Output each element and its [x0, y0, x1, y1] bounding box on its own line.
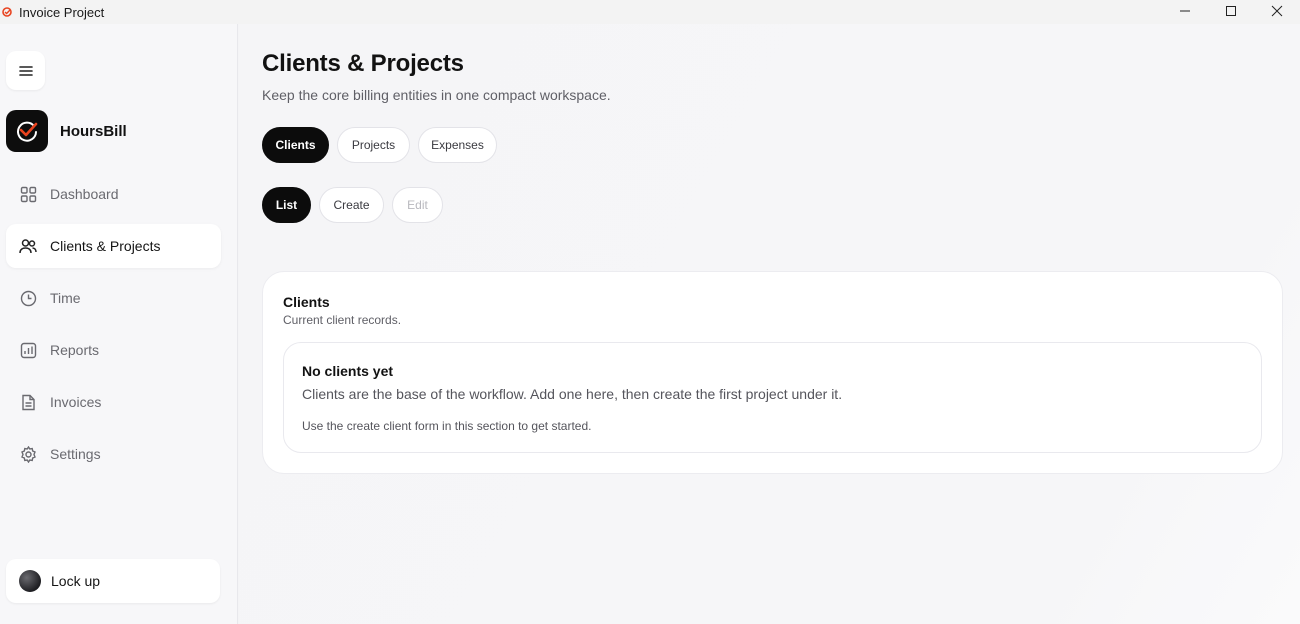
- brand-logo: [6, 110, 48, 152]
- sidebar-nav: Dashboard Clients & Projects Time Report…: [6, 172, 221, 484]
- sidebar-item-label: Time: [50, 290, 81, 306]
- tab-edit: Edit: [392, 187, 443, 223]
- minimize-button[interactable]: [1162, 0, 1208, 22]
- mode-tabs: List Create Edit: [262, 187, 451, 223]
- tab-expenses[interactable]: Expenses: [418, 127, 497, 163]
- sidebar-item-reports[interactable]: Reports: [6, 328, 221, 372]
- page-subtitle: Keep the core billing entities in one co…: [262, 87, 611, 103]
- tab-clients[interactable]: Clients: [262, 127, 329, 163]
- sidebar-item-time[interactable]: Time: [6, 276, 221, 320]
- brand-name: HoursBill: [60, 122, 127, 140]
- empty-state: No clients yet Clients are the base of t…: [283, 342, 1262, 453]
- sidebar: HoursBill Dashboard Clients & Projects T…: [0, 24, 238, 624]
- sidebar-item-label: Invoices: [50, 394, 102, 410]
- grid-icon: [19, 185, 37, 203]
- close-button[interactable]: [1254, 0, 1300, 22]
- close-icon: [1271, 5, 1283, 17]
- sidebar-item-dashboard[interactable]: Dashboard: [6, 172, 221, 216]
- sidebar-item-clients-projects[interactable]: Clients & Projects: [6, 224, 221, 268]
- sidebar-item-label: Dashboard: [50, 186, 119, 202]
- sidebar-item-invoices[interactable]: Invoices: [6, 380, 221, 424]
- sidebar-item-label: Settings: [50, 446, 101, 462]
- chart-icon: [19, 341, 37, 359]
- brand: HoursBill: [6, 110, 127, 152]
- lock-label: Lock up: [51, 573, 101, 589]
- menu-button[interactable]: [6, 51, 45, 90]
- avatar: [19, 570, 41, 592]
- tab-projects[interactable]: Projects: [337, 127, 410, 163]
- title-bar: Invoice Project: [0, 0, 1300, 24]
- lock-button[interactable]: Lock up: [6, 559, 220, 603]
- window-title: Invoice Project: [19, 4, 105, 20]
- sidebar-item-label: Reports: [50, 342, 100, 358]
- entity-tabs: Clients Projects Expenses: [262, 127, 505, 163]
- app-icon: [2, 7, 12, 17]
- card-title: Clients: [283, 294, 330, 310]
- gear-icon: [19, 445, 37, 463]
- card-subtitle: Current client records.: [283, 313, 402, 327]
- tab-create[interactable]: Create: [319, 187, 384, 223]
- clock-icon: [19, 289, 37, 307]
- maximize-button[interactable]: [1208, 0, 1254, 22]
- sidebar-item-settings[interactable]: Settings: [6, 432, 221, 476]
- users-icon: [19, 237, 37, 255]
- sidebar-item-label: Clients & Projects: [50, 238, 161, 254]
- main-content: Clients & Projects Keep the core billing…: [239, 24, 1300, 624]
- document-icon: [19, 393, 37, 411]
- empty-state-description: Clients are the base of the workflow. Ad…: [302, 386, 843, 402]
- empty-state-hint: Use the create client form in this secti…: [302, 419, 592, 433]
- tab-list[interactable]: List: [262, 187, 311, 223]
- clients-card: Clients Current client records. No clien…: [262, 271, 1283, 474]
- check-clock-icon: [17, 121, 38, 142]
- hamburger-icon: [18, 65, 33, 76]
- page-title: Clients & Projects: [262, 50, 464, 77]
- empty-state-title: No clients yet: [302, 363, 394, 379]
- maximize-icon: [1226, 6, 1236, 16]
- window-controls: [1162, 0, 1300, 24]
- minimize-icon: [1180, 10, 1190, 12]
